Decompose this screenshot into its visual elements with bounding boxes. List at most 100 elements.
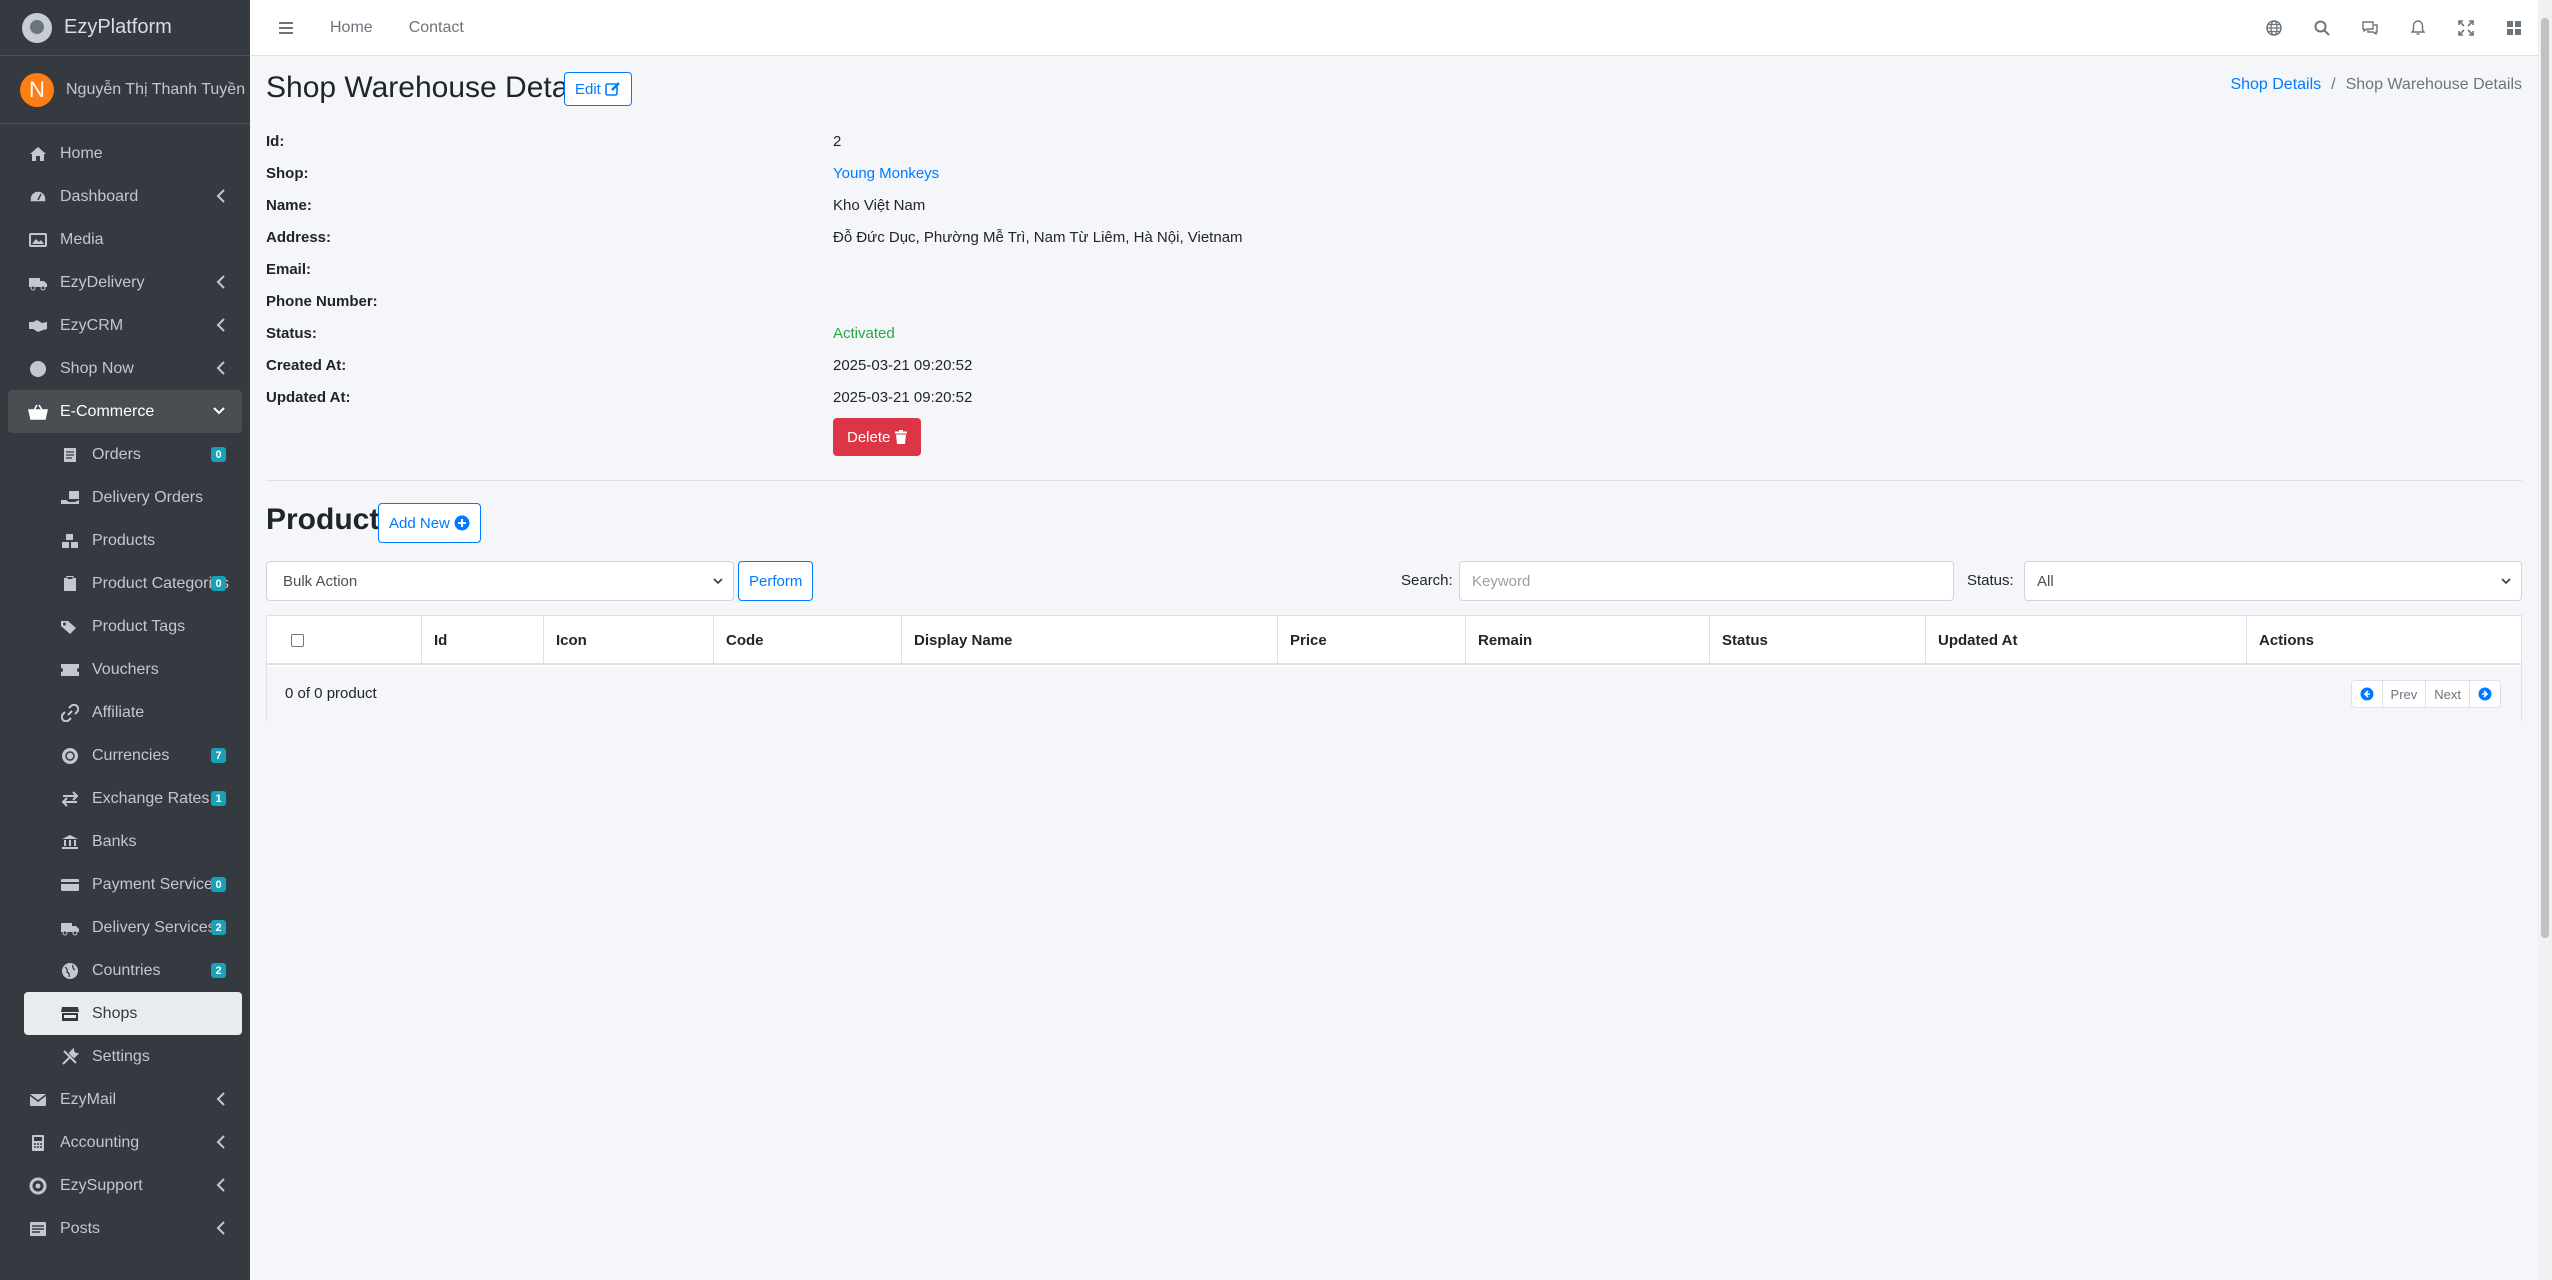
lifebuoy-icon [28,1176,48,1196]
top-link-home[interactable]: Home [330,19,373,37]
sidebar-item-label: EzyCRM [60,316,124,334]
column-header[interactable]: Code [714,616,902,665]
globe-icon[interactable] [2250,0,2298,56]
sidebar-item-vouchers[interactable]: Vouchers [24,648,242,691]
prev-button[interactable]: Prev [2383,681,2427,707]
chevron-left-icon [216,1178,225,1192]
arrow-left-circle-icon [2360,687,2374,701]
column-header[interactable]: Remain [1466,616,1710,665]
apps-icon[interactable] [2490,0,2538,56]
sidebar-item-payment-services[interactable]: Payment Services 0 [24,863,242,906]
column-header[interactable]: Updated At [1926,616,2247,665]
sidebar-item-ezydelivery[interactable]: EzyDelivery [8,261,242,304]
sidebar-item-dashboard[interactable]: Dashboard [8,175,242,218]
products-title: Products [266,503,397,536]
sidebar-item-currencies[interactable]: Currencies 7 [24,734,242,777]
expand-icon[interactable] [2442,0,2490,56]
scrollbar-thumb[interactable] [2541,18,2549,938]
credit-card-icon [60,875,80,895]
sidebar-item-shop-now[interactable]: Shop Now [8,347,242,390]
detail-value: Đỗ Đức Dục, Phường Mễ Trì, Nam Từ Liêm, … [833,229,1243,246]
sidebar-item-label: Shops [92,1004,138,1022]
bank-icon [60,832,80,852]
edit-button[interactable]: Edit [564,72,632,106]
sidebar-item-exchange-rates[interactable]: Exchange Rates 1 [24,777,242,820]
detail-row-shop: Shop: Young Monkeys [266,165,2266,197]
page-scrollbar[interactable] [2538,0,2552,1280]
sidebar-item-affiliate[interactable]: Affiliate [24,691,242,734]
detail-value: Kho Việt Nam [833,197,926,214]
sidebar-item-ezysupport[interactable]: EzySupport [8,1164,242,1207]
last-page-button[interactable] [2470,681,2500,707]
sidebar-item-label: EzySupport [60,1176,143,1194]
sidebar-item-label: EzyMail [60,1090,117,1108]
sidebar-item-home[interactable]: Home [8,132,242,175]
sidebar-item-settings[interactable]: Settings [24,1035,242,1078]
search-input[interactable] [1459,561,1954,601]
image-icon [28,230,48,250]
detail-row-created-at: Created At: 2025-03-21 09:20:52 [266,357,2266,389]
column-header: Actions [2259,632,2315,649]
detail-label: Updated At: [266,389,351,406]
detail-label: Status: [266,325,317,342]
first-page-button[interactable] [2352,681,2383,707]
chevron-left-icon [216,361,225,375]
menu-toggle-icon[interactable] [264,0,308,56]
next-button[interactable]: Next [2426,681,2470,707]
column-header[interactable]: Display Name [902,616,1278,665]
sidebar-item-label: Affiliate [92,703,145,721]
sidebar-item-banks[interactable]: Banks [24,820,242,863]
sidebar-item-orders[interactable]: Orders 0 [24,433,242,476]
select-all-checkbox[interactable] [291,634,304,647]
column-header[interactable]: Status [1710,616,1926,665]
sidebar-item-media[interactable]: Media [8,218,242,261]
brand-logo [22,12,52,43]
breadcrumb-shop-details[interactable]: Shop Details [2230,76,2321,93]
perform-button[interactable]: Perform [738,561,814,601]
sidebar-item-delivery-services[interactable]: Delivery Services 2 [24,906,242,949]
sidebar-item-delivery-orders[interactable]: Delivery Orders [24,476,242,519]
column-header[interactable]: Icon [544,616,714,665]
sidebar-item-e-commerce[interactable]: E-Commerce [8,390,242,433]
sidebar-item-products[interactable]: Products [24,519,242,562]
sidebar-item-ezymail[interactable]: EzyMail [8,1078,242,1121]
sidebar-item-countries[interactable]: Countries 2 [24,949,242,992]
column-header[interactable]: Price [1278,616,1466,665]
user-panel[interactable]: N Nguyễn Thị Thanh Tuyền [0,56,250,124]
breadcrumb-current: Shop Warehouse Details [2345,76,2522,93]
comments-icon[interactable] [2346,0,2394,56]
clipboard-icon [60,574,80,594]
sidebar-item-ezycrm[interactable]: EzyCRM [8,304,242,347]
delete-button[interactable]: Delete [833,418,922,456]
sidebar-item-accounting[interactable]: Accounting [8,1121,242,1164]
sidebar-item-product-categories[interactable]: Product Categories 0 [24,562,242,605]
handshake-icon [28,316,48,336]
status-value: Activated [833,325,895,342]
result-count: 0 of 0 product [285,685,377,702]
sidebar-item-label: Media [60,230,104,248]
search-icon[interactable] [2298,0,2346,56]
add-new-button[interactable]: Add New [378,503,481,543]
sidebar-item-label: Orders [92,445,141,463]
store-icon [60,1004,80,1024]
sidebar-item-posts[interactable]: Posts [8,1207,242,1250]
sidebar-item-product-tags[interactable]: Product Tags [24,605,242,648]
user-name: Nguyễn Thị Thanh Tuyền [66,80,246,98]
chevron-left-icon [216,318,225,332]
brand-link[interactable]: EzyPlatform [0,0,250,56]
bulk-action-select[interactable]: Bulk Action [266,561,734,601]
bell-icon[interactable] [2394,0,2442,56]
coins-icon [60,746,80,766]
top-link-contact[interactable]: Contact [409,19,464,37]
sidebar-item-shops[interactable]: Shops [24,992,242,1035]
section-divider [266,480,2522,481]
home-icon [28,144,48,164]
shop-link[interactable]: Young Monkeys [833,165,939,182]
status-filter-select[interactable]: All [2024,561,2522,601]
boxes-icon [60,531,80,551]
table-header: Id Icon Code Display Name Price Remain S… [267,616,2521,665]
detail-label: Address: [266,229,332,246]
posts-icon [28,1219,48,1239]
status-filter-value: All [2037,572,2054,590]
column-header[interactable]: Id [422,616,544,665]
